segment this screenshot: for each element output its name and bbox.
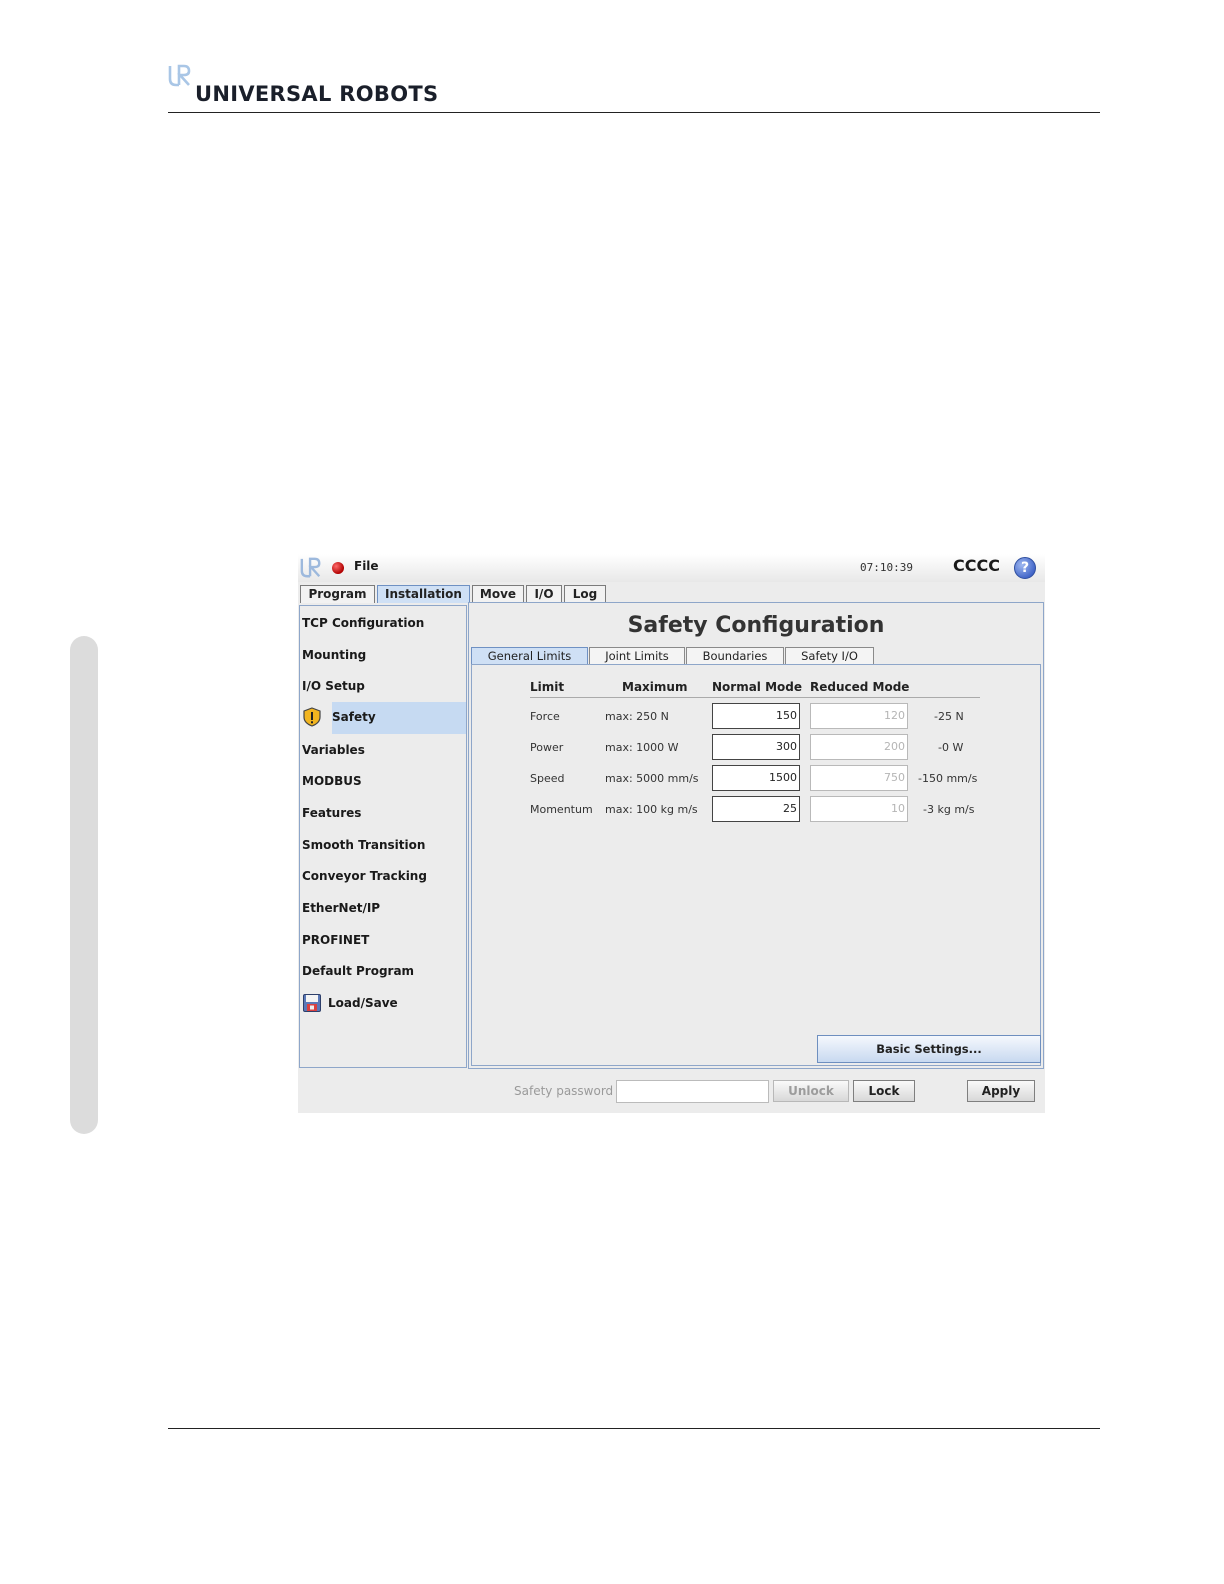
nav-item-mounting[interactable]: Mounting <box>300 640 466 670</box>
clock: 07:10:39 <box>860 561 913 574</box>
nav-item-load-save[interactable]: Load/Save <box>300 988 466 1018</box>
normal-momentum-input[interactable]: 25 <box>712 796 800 822</box>
unlock-button[interactable]: Unlock <box>773 1080 849 1102</box>
tab-safety-io[interactable]: Safety I/O <box>785 647 874 664</box>
tab-boundaries[interactable]: Boundaries <box>686 647 784 664</box>
reduced-momentum-input: 10 <box>810 796 908 822</box>
installation-nav: TCP Configuration Mounting I/O Setup Saf… <box>299 605 467 1068</box>
limit-label-speed: Speed <box>530 772 565 785</box>
title-bar: File 07:10:39 CCCC ? <box>298 554 1045 582</box>
column-header-reduced-mode: Reduced Mode <box>810 680 910 694</box>
nav-item-label: Variables <box>302 743 365 757</box>
lock-button[interactable]: Lock <box>853 1080 915 1102</box>
tab-move[interactable]: Move <box>472 585 524 603</box>
nav-item-label: MODBUS <box>302 774 362 788</box>
warning-shield-icon <box>303 707 321 727</box>
nav-item-label: I/O Setup <box>302 679 365 693</box>
reduced-force-input: 120 <box>810 703 908 729</box>
difference-power: -0 W <box>938 741 964 754</box>
brand-name: UNIVERSAL ROBOTS <box>195 82 439 106</box>
nav-item-smooth-transition[interactable]: Smooth Transition <box>300 830 466 860</box>
brand-header: UNIVERSAL ROBOTS <box>168 64 468 112</box>
nav-item-modbus[interactable]: MODBUS <box>300 766 466 796</box>
safety-password-input[interactable] <box>616 1080 769 1103</box>
column-header-normal-mode: Normal Mode <box>712 680 803 694</box>
nav-item-label: Features <box>302 806 362 820</box>
nav-item-conveyor-tracking[interactable]: Conveyor Tracking <box>300 861 466 891</box>
nav-item-label: Smooth Transition <box>302 838 426 852</box>
difference-speed: -150 mm/s <box>918 772 978 785</box>
safety-configuration-panel: Safety Configuration General Limits Join… <box>468 602 1044 1069</box>
header-divider <box>530 697 980 698</box>
maximum-momentum: max: 100 kg m/s <box>605 803 698 816</box>
tab-log[interactable]: Log <box>564 585 606 603</box>
safety-password-label: Safety password <box>514 1084 614 1098</box>
general-limits-content: Limit Maximum Normal Mode Reduced Mode F… <box>471 664 1041 1066</box>
side-thumb-tab <box>70 636 98 1134</box>
nav-item-safety[interactable]: Safety <box>300 702 466 734</box>
difference-force: -25 N <box>934 710 964 723</box>
normal-speed-input[interactable]: 1500 <box>712 765 800 791</box>
nav-item-label: Load/Save <box>328 996 398 1010</box>
nav-item-tcp-configuration[interactable]: TCP Configuration <box>300 608 466 638</box>
nav-item-label: Safety <box>332 710 376 724</box>
normal-force-input[interactable]: 150 <box>712 703 800 729</box>
reduced-speed-input: 750 <box>810 765 908 791</box>
footer-rule <box>168 1428 1100 1429</box>
nav-item-ethernet-ip[interactable]: EtherNet/IP <box>300 893 466 923</box>
tab-program[interactable]: Program <box>300 585 375 603</box>
polyscope-window: File 07:10:39 CCCC ? Program Installatio… <box>298 554 1045 1113</box>
nav-item-label: Default Program <box>302 964 415 978</box>
nav-item-label: PROFINET <box>302 933 370 947</box>
nav-item-label: Conveyor Tracking <box>302 869 427 883</box>
tab-installation[interactable]: Installation <box>377 585 470 603</box>
maximum-power: max: 1000 W <box>605 741 679 754</box>
floppy-disk-icon <box>303 994 321 1012</box>
header-rule <box>168 112 1100 113</box>
nav-item-label: TCP Configuration <box>302 616 425 630</box>
nav-item-io-setup[interactable]: I/O Setup <box>300 671 466 701</box>
nav-item-variables[interactable]: Variables <box>300 735 466 765</box>
normal-power-input[interactable]: 300 <box>712 734 800 760</box>
file-menu[interactable]: File <box>354 559 379 573</box>
column-header-limit: Limit <box>530 680 565 694</box>
apply-button[interactable]: Apply <box>967 1080 1035 1102</box>
page-title: Safety Configuration <box>627 613 885 638</box>
column-header-maximum: Maximum <box>622 680 688 694</box>
limit-label-force: Force <box>530 710 560 723</box>
maximum-force: max: 250 N <box>605 710 669 723</box>
nav-item-profinet[interactable]: PROFINET <box>300 925 466 955</box>
nav-item-features[interactable]: Features <box>300 798 466 828</box>
help-icon[interactable]: ? <box>1014 557 1036 579</box>
nav-item-label: Mounting <box>302 648 367 662</box>
difference-momentum: -3 kg m/s <box>923 803 975 816</box>
tab-joint-limits[interactable]: Joint Limits <box>589 647 685 664</box>
tab-io[interactable]: I/O <box>526 585 562 603</box>
ur-logo-icon <box>300 557 321 578</box>
reduced-power-input: 200 <box>810 734 908 760</box>
tab-general-limits[interactable]: General Limits <box>471 647 588 664</box>
maximum-speed: max: 5000 mm/s <box>605 772 699 785</box>
status-light-icon <box>332 562 344 574</box>
robot-name: CCCC <box>953 556 1000 575</box>
limit-label-momentum: Momentum <box>530 803 593 816</box>
nav-item-label: EtherNet/IP <box>302 901 381 915</box>
basic-settings-button[interactable]: Basic Settings... <box>817 1035 1041 1063</box>
bottom-bar: Safety password Unlock Lock Apply <box>298 1070 1045 1113</box>
nav-item-default-program[interactable]: Default Program <box>300 956 466 986</box>
limit-label-power: Power <box>530 741 564 754</box>
ur-logo-icon <box>168 64 191 87</box>
